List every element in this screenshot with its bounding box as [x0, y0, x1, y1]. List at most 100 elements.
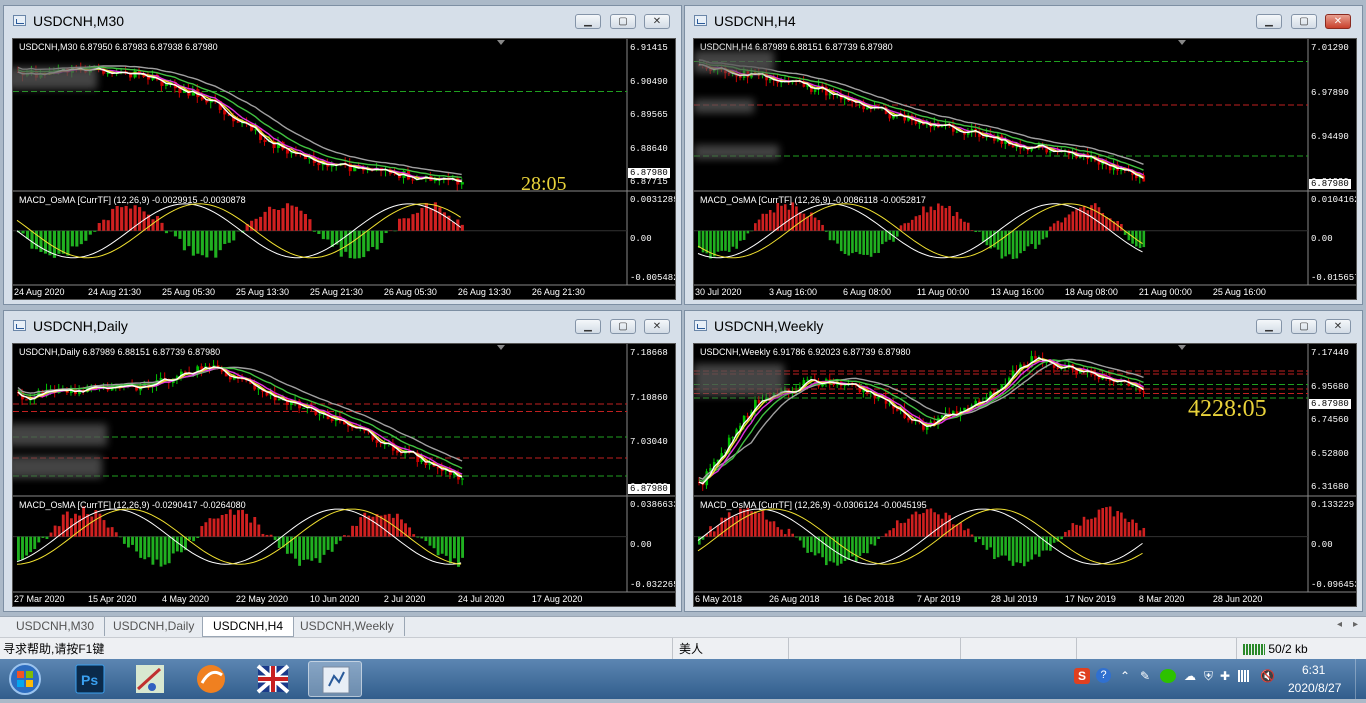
minimize-button[interactable]: ▁	[575, 319, 601, 334]
window-titlebar[interactable]: USDCNH,Daily ▁ ▢ ✕	[4, 311, 681, 341]
macd-histogram-bar	[29, 537, 32, 552]
minimize-button[interactable]: ▁	[1256, 14, 1282, 29]
maximize-button[interactable]: ▢	[610, 14, 636, 29]
tab-h4[interactable]: USDCNH,H4	[202, 617, 294, 637]
chart-area[interactable]: USDCNH,Daily 6.87989 6.88151 6.87739 6.8…	[12, 343, 676, 607]
macd-histogram-bar	[997, 537, 1000, 558]
macd-histogram-bar	[836, 537, 839, 566]
macd-histogram-bar	[253, 517, 256, 537]
macd-histogram-bar	[769, 210, 772, 231]
tab-scroll-left-icon[interactable]: ◂	[1337, 619, 1342, 630]
macd-histogram-bar	[340, 231, 343, 257]
maximize-button[interactable]: ▢	[1291, 319, 1317, 334]
macd-histogram-bar	[156, 216, 159, 231]
close-button[interactable]: ✕	[644, 319, 670, 334]
macd-histogram-bar	[836, 231, 839, 244]
help-icon[interactable]: ?	[1096, 668, 1111, 683]
chart-area[interactable]: USDCNH,Weekly 6.91786 6.92023 6.87739 6.…	[693, 343, 1357, 607]
close-button[interactable]: ✕	[644, 14, 670, 29]
chart-window-weekly[interactable]: USDCNH,Weekly ▁ ▢ ✕ USDCNH,Weekly 6.9178…	[684, 310, 1363, 612]
candle-body	[1012, 145, 1015, 147]
network-signal-icon[interactable]	[1238, 670, 1250, 682]
maximize-button[interactable]: ▢	[1291, 14, 1317, 29]
candle-body	[956, 132, 959, 133]
macd-histogram-bar	[1023, 231, 1026, 251]
window-titlebar[interactable]: USDCNH,Weekly ▁ ▢ ✕	[685, 311, 1362, 341]
chart-info-label: USDCNH,Daily 6.87989 6.88151 6.87739 6.8…	[19, 347, 220, 357]
macd-histogram-bar	[963, 222, 966, 231]
macd-histogram-bar	[82, 507, 85, 537]
macd-axis-label: -0.015657	[1311, 273, 1355, 283]
macd-histogram-bar	[829, 231, 832, 240]
clock-date[interactable]: 2020/8/27	[1288, 681, 1341, 695]
pen-icon[interactable]: ✎	[1140, 669, 1150, 683]
minimize-button[interactable]: ▁	[1256, 319, 1282, 334]
price-axis-label: 6.95680	[1311, 382, 1355, 392]
tab-scroll-right-icon[interactable]: ▸	[1353, 619, 1358, 630]
macd-histogram-bar	[803, 214, 806, 231]
macd-histogram-bar	[327, 537, 330, 550]
chart-area[interactable]: USDCNH,H4 6.87989 6.88151 6.87739 6.8798…	[693, 38, 1357, 300]
macd-histogram-bar	[326, 231, 329, 240]
macd-histogram-bar	[139, 537, 142, 558]
metatrader-icon[interactable]	[308, 661, 362, 697]
candle-body	[866, 108, 869, 109]
shield-icon[interactable]: ⛨	[1204, 669, 1213, 684]
macd-histogram-bar	[187, 231, 190, 246]
window-titlebar[interactable]: USDCNH,M30 ▁ ▢ ✕	[4, 6, 681, 36]
minimize-button[interactable]: ▁	[575, 14, 601, 29]
macd-histogram-bar	[1060, 222, 1063, 230]
macd-histogram-bar	[392, 518, 395, 537]
security-icon[interactable]: ✚	[1220, 669, 1230, 683]
chart-svg	[694, 39, 1356, 299]
close-button[interactable]: ✕	[1325, 14, 1351, 29]
clock-time[interactable]: 6:31	[1302, 663, 1325, 677]
macd-histogram-bar	[982, 231, 985, 242]
macd-histogram-bar	[384, 515, 387, 537]
macd-histogram-bar	[761, 511, 764, 537]
sogou-ime-icon[interactable]: S	[1074, 668, 1090, 684]
browser-icon[interactable]	[184, 661, 238, 697]
macd-histogram-bar	[196, 537, 199, 538]
chart-window-h4[interactable]: USDCNH,H4 ▁ ▢ ✕ USDCNH,H4 6.87989 6.8815…	[684, 5, 1363, 305]
start-orb-icon[interactable]	[3, 661, 47, 697]
candle-body	[1079, 157, 1082, 158]
macd-histogram-bar	[885, 231, 888, 242]
chart-area[interactable]: USDCNH,M30 6.87950 6.87983 6.87938 6.879…	[12, 38, 676, 300]
candle-body	[907, 418, 910, 420]
macd-histogram-bar	[30, 231, 33, 249]
photoshop-icon[interactable]: Ps	[64, 661, 118, 697]
chart-window-m30[interactable]: USDCNH,M30 ▁ ▢ ✕ USDCNH,M30 6.87950 6.87…	[3, 5, 682, 305]
tab-m30[interactable]: USDCNH,M30	[6, 617, 105, 636]
macd-histogram-bar	[192, 537, 195, 542]
tray-expand-icon[interactable]: ⌃	[1120, 669, 1130, 683]
macd-axis-label: 0.133229	[1311, 500, 1355, 510]
macd-histogram-bar	[294, 537, 297, 559]
macd-histogram-bar	[986, 537, 989, 550]
macd-histogram-bar	[408, 527, 411, 536]
tab-daily[interactable]: USDCNH,Daily	[103, 617, 205, 636]
price-axis-label: 6.74560	[1311, 415, 1355, 425]
macd-axis-label: 0.00	[1311, 540, 1355, 550]
macd-histogram-bar	[720, 231, 723, 251]
wechat-icon[interactable]	[1160, 669, 1176, 683]
paint-tool-icon[interactable]	[124, 661, 178, 697]
show-desktop-button[interactable]	[1355, 659, 1366, 699]
volume-muted-icon[interactable]: 🔇	[1260, 669, 1275, 683]
macd-histogram-bar	[37, 537, 40, 543]
macd-histogram-bar	[840, 537, 843, 564]
macd-histogram-bar	[959, 219, 962, 231]
chart-window-daily[interactable]: USDCNH,Daily ▁ ▢ ✕ USDCNH,Daily 6.87989 …	[3, 310, 682, 612]
macd-histogram-bar	[200, 526, 203, 537]
maximize-button[interactable]: ▢	[610, 319, 636, 334]
forex-tool-icon[interactable]	[246, 661, 300, 697]
macd-histogram-bar	[89, 231, 92, 235]
macd-histogram-bar	[268, 207, 271, 231]
tab-weekly[interactable]: USDCNH,Weekly	[290, 617, 405, 636]
macd-histogram-bar	[424, 537, 427, 541]
macd-histogram-bar	[1023, 537, 1026, 567]
cloud-icon[interactable]: ☁	[1184, 669, 1196, 683]
close-button[interactable]: ✕	[1325, 319, 1351, 334]
time-axis-label: 25 Aug 16:00	[1213, 287, 1266, 297]
window-titlebar[interactable]: USDCNH,H4 ▁ ▢ ✕	[685, 6, 1362, 36]
